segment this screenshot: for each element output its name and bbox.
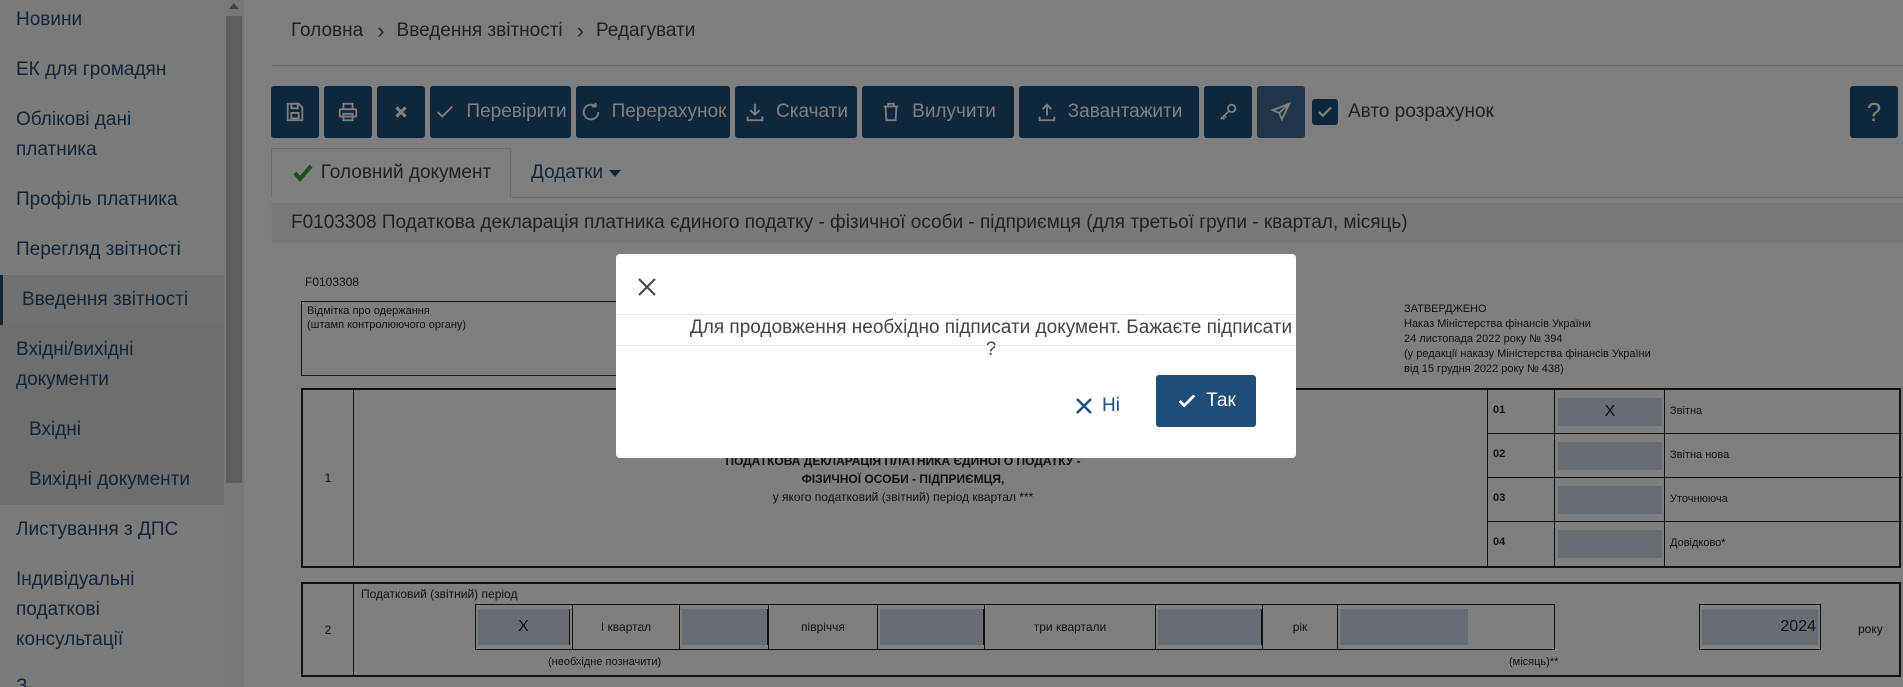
divider — [616, 314, 1296, 315]
no-button[interactable]: Ні — [1074, 380, 1120, 432]
close-icon — [1076, 398, 1092, 414]
dialog-message: Для продовження необхідно підписати доку… — [689, 317, 1293, 360]
check-icon — [1178, 394, 1196, 408]
yes-button[interactable]: Так — [1156, 375, 1256, 427]
no-button-label: Ні — [1102, 395, 1120, 416]
yes-button-label: Так — [1206, 390, 1236, 411]
close-icon[interactable] — [634, 274, 660, 300]
divider — [616, 345, 1296, 346]
sign-confirm-dialog: Для продовження необхідно підписати доку… — [616, 254, 1296, 458]
